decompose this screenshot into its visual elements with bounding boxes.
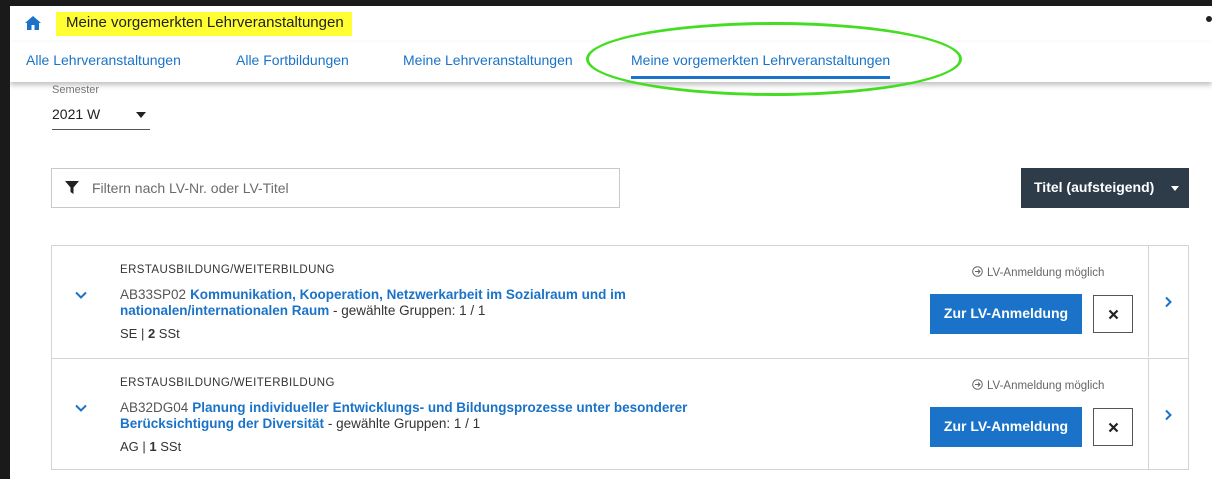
registration-status-text: LV-Anmeldung möglich [987, 267, 1105, 279]
course-type: AG [120, 439, 139, 454]
tab-bar: Alle Lehrveranstaltungen Alle Fortbildun… [10, 42, 1212, 82]
course-hours-unit: SSt [155, 326, 180, 341]
chevron-down-icon[interactable] [74, 288, 88, 302]
meta-separator: | [138, 439, 150, 454]
tab-my-courses[interactable]: Meine Lehrveranstaltungen [403, 52, 573, 68]
selected-groups: gewählte Gruppen: 1 / 1 [336, 416, 481, 431]
course-type: SE [120, 326, 138, 341]
window-control-icon [1206, 16, 1212, 22]
list-item: ERSTAUSBILDUNG/WEITERBILDUNG AB33SP02 Kom… [52, 246, 1188, 358]
filter-box[interactable] [51, 168, 620, 208]
list-item: ERSTAUSBILDUNG/WEITERBILDUNG AB32DG04 Pla… [52, 358, 1188, 470]
remove-bookmark-button[interactable] [1093, 408, 1133, 446]
course-meta: AG | 1 SSt [120, 439, 181, 454]
course-category: ERSTAUSBILDUNG/WEITERBILDUNG [120, 377, 335, 389]
chevron-right-icon[interactable] [1162, 296, 1174, 308]
course-description: AB33SP02 Kommunikation, Kooperation, Netz… [120, 287, 710, 319]
register-button[interactable]: Zur LV-Anmeldung [930, 407, 1082, 447]
top-bar: Meine vorgemerkten Lehrveranstaltungen [10, 0, 1212, 42]
chevron-down-icon[interactable] [74, 401, 88, 415]
divider [1148, 246, 1149, 357]
meta-separator: | [137, 326, 148, 341]
arrow-circle-right-icon [972, 379, 983, 390]
window-left-border [0, 0, 10, 479]
arrow-circle-right-icon [972, 266, 983, 277]
course-hours: 1 [149, 439, 157, 454]
separator: - [329, 303, 342, 318]
chevron-right-icon[interactable] [1162, 409, 1174, 421]
semester-label: Semester [52, 84, 100, 96]
register-button[interactable]: Zur LV-Anmeldung [930, 294, 1082, 334]
sort-button-label: Titel (aufsteigend) [1034, 179, 1155, 195]
filter-icon [65, 181, 79, 194]
course-hours-unit: SSt [156, 439, 182, 454]
tab-all-trainings[interactable]: Alle Fortbildungen [236, 52, 349, 68]
course-code: AB32DG04 [120, 400, 189, 415]
registration-status: LV-Anmeldung möglich [972, 266, 1104, 279]
remove-bookmark-button[interactable] [1093, 295, 1133, 333]
semester-select[interactable]: 2021 W [52, 106, 150, 130]
course-category: ERSTAUSBILDUNG/WEITERBILDUNG [120, 264, 335, 276]
course-code: AB33SP02 [120, 287, 187, 302]
tab-all-courses[interactable]: Alle Lehrveranstaltungen [26, 52, 181, 68]
tab-bookmarked-courses[interactable]: Meine vorgemerkten Lehrveranstaltungen [631, 52, 891, 79]
caret-down-icon [136, 112, 146, 118]
caret-down-icon [1171, 186, 1179, 191]
semester-value: 2021 W [52, 106, 101, 122]
course-list: ERSTAUSBILDUNG/WEITERBILDUNG AB33SP02 Kom… [51, 245, 1189, 470]
sort-button[interactable]: Titel (aufsteigend) [1021, 168, 1189, 208]
page-title: Meine vorgemerkten Lehrveranstaltungen [56, 12, 352, 36]
home-icon[interactable] [24, 14, 42, 32]
separator: - [324, 416, 337, 431]
selected-groups: gewählte Gruppen: 1 / 1 [341, 303, 486, 318]
close-icon [1108, 422, 1119, 433]
registration-status: LV-Anmeldung möglich [972, 379, 1104, 392]
close-icon [1108, 309, 1119, 320]
filter-input[interactable] [92, 178, 612, 198]
course-meta: SE | 2 SSt [120, 326, 180, 341]
divider [1148, 359, 1149, 470]
registration-status-text: LV-Anmeldung möglich [987, 380, 1105, 392]
course-description: AB32DG04 Planung individueller Entwicklun… [120, 400, 710, 432]
